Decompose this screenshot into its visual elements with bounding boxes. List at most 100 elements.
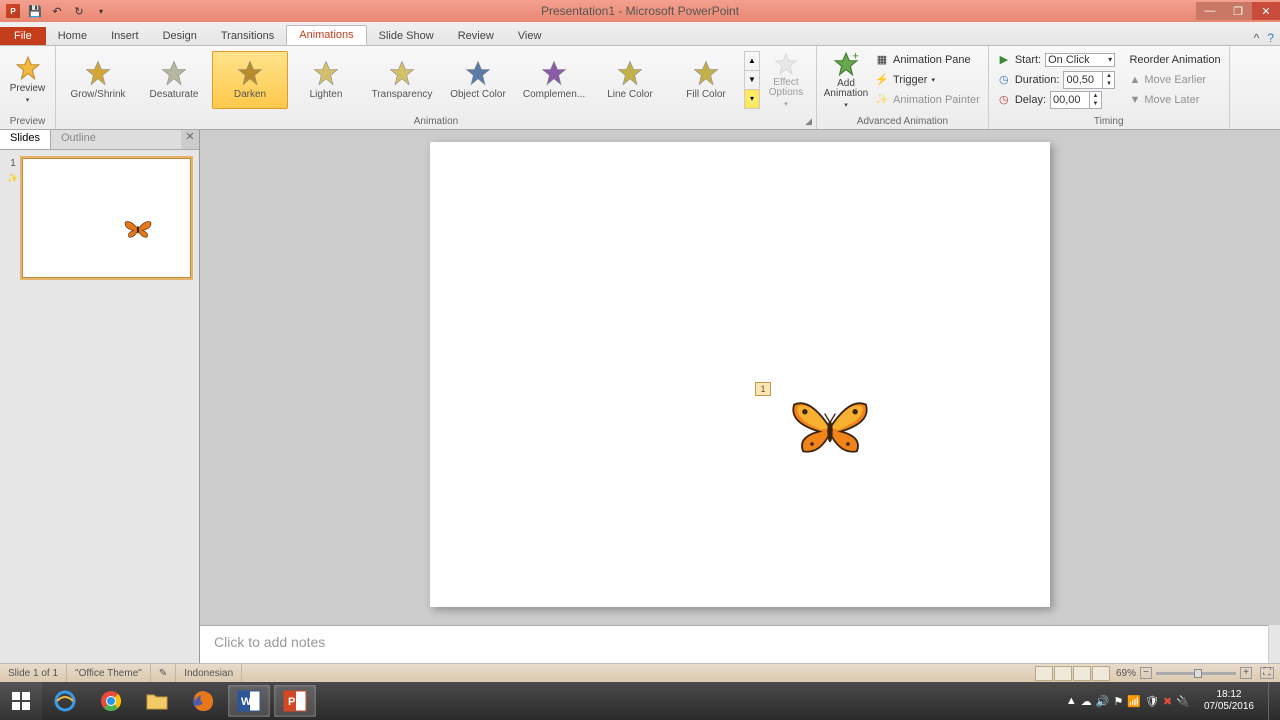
preview-button[interactable]: Preview▾ bbox=[4, 53, 51, 106]
animation-pane-icon: ▦ bbox=[875, 53, 889, 67]
animation-pane-button[interactable]: ▦Animation Pane bbox=[871, 50, 984, 70]
tab-insert[interactable]: Insert bbox=[99, 27, 151, 45]
close-panel-icon[interactable]: ✕ bbox=[181, 130, 199, 149]
gallery-item-desaturate[interactable]: Desaturate bbox=[136, 51, 212, 109]
add-animation-button[interactable]: + Add Animation▾ bbox=[821, 49, 871, 111]
save-icon[interactable]: 💾 bbox=[26, 2, 44, 20]
zoom-slider[interactable] bbox=[1156, 672, 1236, 675]
show-desktop-button[interactable] bbox=[1268, 682, 1276, 720]
tab-animations[interactable]: Animations bbox=[286, 25, 366, 45]
slide-thumbnail-1[interactable] bbox=[22, 158, 191, 278]
close-button[interactable]: ✕ bbox=[1252, 2, 1280, 20]
group-label-preview: Preview bbox=[0, 113, 55, 129]
view-sorter-button[interactable] bbox=[1054, 666, 1072, 681]
qat-dropdown-icon[interactable]: ▾ bbox=[92, 2, 110, 20]
tab-slideshow[interactable]: Slide Show bbox=[367, 27, 446, 45]
taskbar-firefox[interactable] bbox=[182, 685, 224, 717]
tab-slides-panel[interactable]: Slides bbox=[0, 130, 51, 149]
notes-pane[interactable]: Click to add notes bbox=[200, 625, 1268, 663]
move-later-button: ▼Move Later bbox=[1125, 90, 1224, 110]
duration-spinner[interactable]: 00,50▲▼ bbox=[1063, 71, 1115, 89]
group-preview: Preview▾ Preview bbox=[0, 46, 56, 129]
view-slideshow-button[interactable] bbox=[1092, 666, 1110, 681]
tab-file[interactable]: File bbox=[0, 27, 46, 45]
taskbar-ie[interactable] bbox=[44, 685, 86, 717]
tray-battery-icon[interactable]: ✖ bbox=[1163, 695, 1172, 708]
tray-volume-icon[interactable]: 🔊 bbox=[1096, 695, 1110, 708]
taskbar-explorer[interactable] bbox=[136, 685, 178, 717]
move-earlier-button: ▲Move Earlier bbox=[1125, 70, 1224, 90]
tray-shield-icon[interactable]: 🛡 bbox=[1145, 695, 1159, 708]
effect-options-button: Effect Options▾ bbox=[760, 50, 812, 110]
gallery-item-darken[interactable]: Darken bbox=[212, 51, 288, 109]
taskbar-word[interactable]: W bbox=[228, 685, 270, 717]
gallery-item-fillcolor[interactable]: Fill Color bbox=[668, 51, 744, 109]
powerpoint-icon: P bbox=[282, 689, 308, 713]
tray-power-icon[interactable]: 🔌 bbox=[1176, 695, 1190, 708]
zoom-in-button[interactable]: + bbox=[1240, 667, 1252, 679]
gallery-scroll-up[interactable]: ▲ bbox=[745, 52, 759, 71]
taskbar-powerpoint[interactable]: P bbox=[274, 685, 316, 717]
app-icon[interactable]: P bbox=[4, 2, 22, 20]
tab-outline-panel[interactable]: Outline bbox=[51, 130, 106, 149]
gallery-item-complemen[interactable]: Complemen... bbox=[516, 51, 592, 109]
gallery-more-button[interactable]: ▾ bbox=[745, 90, 759, 108]
animation-launcher-icon[interactable]: ◢ bbox=[805, 116, 812, 127]
minimize-ribbon-icon[interactable]: ^ bbox=[1254, 31, 1260, 45]
view-normal-button[interactable] bbox=[1035, 666, 1053, 681]
help-icon[interactable]: ? bbox=[1267, 31, 1274, 45]
svg-text:P: P bbox=[288, 696, 295, 708]
start-button[interactable] bbox=[0, 682, 42, 720]
minimize-button[interactable]: — bbox=[1196, 2, 1224, 20]
maximize-button[interactable]: ❐ bbox=[1224, 2, 1252, 20]
undo-icon[interactable]: ↶ bbox=[48, 2, 66, 20]
tab-home[interactable]: Home bbox=[46, 27, 99, 45]
view-reading-button[interactable] bbox=[1073, 666, 1091, 681]
notes-scrollbar[interactable] bbox=[1268, 625, 1280, 663]
spellcheck-icon: ✎ bbox=[159, 668, 167, 679]
slide-canvas[interactable]: 1 bbox=[430, 142, 1050, 607]
tray-action-icon[interactable]: ⚑ bbox=[1113, 695, 1123, 708]
tab-review[interactable]: Review bbox=[446, 27, 506, 45]
status-language[interactable]: Indonesian bbox=[176, 664, 242, 682]
start-label: Start: bbox=[1015, 54, 1041, 66]
gallery-item-lighten[interactable]: Lighten bbox=[288, 51, 364, 109]
trigger-button[interactable]: ⚡Trigger ▾ bbox=[871, 70, 984, 90]
gallery-item-linecolor[interactable]: Line Color bbox=[592, 51, 668, 109]
fit-to-window-button[interactable]: ⛶ bbox=[1260, 667, 1274, 679]
gallery-item-growshrink[interactable]: Grow/Shrink bbox=[60, 51, 136, 109]
gallery-item-objectcolor[interactable]: Object Color bbox=[440, 51, 516, 109]
status-theme[interactable]: "Office Theme" bbox=[67, 664, 151, 682]
title-bar: P 💾 ↶ ↻ ▾ Presentation1 - Microsoft Powe… bbox=[0, 0, 1280, 22]
duration-clock-icon: ◷ bbox=[997, 73, 1011, 87]
status-spellcheck[interactable]: ✎ bbox=[151, 664, 176, 682]
animation-gallery[interactable]: Grow/ShrinkDesaturateDarkenLightenTransp… bbox=[60, 51, 744, 109]
tab-design[interactable]: Design bbox=[151, 27, 209, 45]
status-slide-number[interactable]: Slide 1 of 1 bbox=[0, 664, 67, 682]
folder-icon bbox=[145, 691, 169, 711]
zoom-level[interactable]: 69% bbox=[1116, 668, 1136, 679]
zoom-out-button[interactable]: − bbox=[1140, 667, 1152, 679]
trigger-icon: ⚡ bbox=[875, 73, 889, 87]
redo-icon[interactable]: ↻ bbox=[70, 2, 88, 20]
chrome-icon bbox=[99, 689, 123, 713]
system-tray: ▲ ☁ 🔊 ⚑ 📶 🛡 ✖ 🔌 18:12 07/05/2016 bbox=[1066, 682, 1280, 720]
taskbar-chrome[interactable] bbox=[90, 685, 132, 717]
tray-network-icon[interactable]: 📶 bbox=[1127, 695, 1141, 708]
tray-onedrive-icon[interactable]: ☁ bbox=[1081, 695, 1092, 708]
group-animation: Grow/ShrinkDesaturateDarkenLightenTransp… bbox=[56, 46, 817, 129]
tray-up-icon[interactable]: ▲ bbox=[1066, 695, 1077, 708]
ie-icon bbox=[53, 689, 77, 713]
tab-transitions[interactable]: Transitions bbox=[209, 27, 286, 45]
group-timing: ▶Start:On Click▾ ◷Duration:00,50▲▼ ◷Dela… bbox=[989, 46, 1230, 129]
clock[interactable]: 18:12 07/05/2016 bbox=[1198, 689, 1260, 713]
animation-order-tag[interactable]: 1 bbox=[755, 382, 771, 396]
gallery-scroll-down[interactable]: ▼ bbox=[745, 71, 759, 90]
tab-view[interactable]: View bbox=[506, 27, 554, 45]
butterfly-image[interactable] bbox=[785, 392, 875, 462]
start-play-icon: ▶ bbox=[997, 53, 1011, 67]
start-select[interactable]: On Click▾ bbox=[1045, 53, 1115, 67]
gallery-item-transparency[interactable]: Transparency bbox=[364, 51, 440, 109]
gallery-scroll: ▲ ▼ ▾ bbox=[744, 51, 760, 109]
delay-spinner[interactable]: 00,00▲▼ bbox=[1050, 91, 1102, 109]
